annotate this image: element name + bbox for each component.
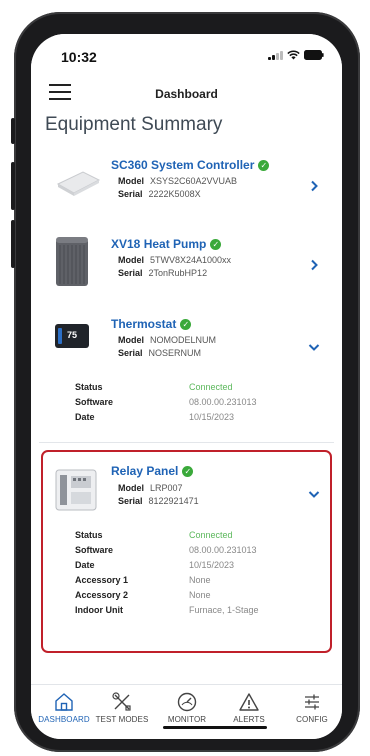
connected-check-icon: ✓ bbox=[180, 319, 192, 331]
equipment-card-system-controller[interactable]: SC360 System Controller ✓ Model XSYS2C60A2… bbox=[39, 144, 334, 223]
tab-alerts[interactable]: ALERTS bbox=[218, 691, 280, 724]
equipment-card-heat-pump[interactable]: XV18 Heat Pump ✓ Model 5TWV8X24A1000xx Ser… bbox=[39, 222, 334, 303]
bottom-tab-bar: DASHBOARD TEST MODES MONITOR ALERTS CONF… bbox=[31, 684, 342, 739]
system-controller-thumbnail bbox=[56, 171, 101, 196]
equipment-serial: Serial NOSERNUM bbox=[118, 348, 202, 358]
equipment-name[interactable]: Thermostat ✓ bbox=[111, 317, 192, 331]
equipment-model: Model 5TWV8X24A1000xx bbox=[118, 255, 232, 265]
home-icon bbox=[55, 693, 73, 711]
detail-row-status: Status Connected bbox=[75, 382, 233, 392]
phone-volume-down-button bbox=[11, 220, 15, 268]
tab-monitor[interactable]: MONITOR bbox=[156, 691, 218, 724]
equipment-serial: Serial 2222K5008X bbox=[118, 189, 201, 199]
detail-row-date: Date 10/15/2023 bbox=[75, 412, 235, 422]
home-indicator[interactable] bbox=[163, 726, 267, 729]
chevron-down-icon[interactable] bbox=[308, 341, 320, 353]
tools-icon bbox=[112, 692, 131, 711]
detail-row-software: Software 08.00.00.231013 bbox=[75, 397, 257, 407]
tab-test-modes[interactable]: TEST MODES bbox=[91, 691, 153, 724]
relay-panel-highlight-outline bbox=[41, 450, 332, 653]
page-title: Dashboard bbox=[155, 87, 218, 101]
equipment-model: Model NOMODELNUM bbox=[118, 335, 217, 345]
phone-screen: 10:32 Dashboard Equipment Summary SC360 … bbox=[31, 34, 342, 739]
equipment-name[interactable]: XV18 Heat Pump ✓ bbox=[111, 237, 222, 251]
section-title: Equipment Summary bbox=[45, 114, 223, 135]
equipment-card-thermostat[interactable]: 75 Thermostat ✓ Model NOMODELNUM Serial NOS… bbox=[39, 302, 334, 443]
status-bar: 10:32 bbox=[31, 34, 342, 76]
status-time: 10:32 bbox=[61, 49, 97, 65]
cellular-signal-icon bbox=[268, 50, 283, 60]
phone-side-button bbox=[11, 118, 15, 144]
tab-config[interactable]: CONFIG bbox=[281, 691, 342, 724]
status-icons bbox=[268, 50, 324, 60]
heat-pump-thumbnail bbox=[56, 237, 88, 286]
phone-volume-up-button bbox=[11, 162, 15, 210]
sliders-icon bbox=[305, 694, 319, 710]
chevron-right-icon[interactable] bbox=[308, 259, 320, 271]
equipment-name[interactable]: SC360 System Controller ✓ bbox=[111, 158, 270, 172]
wifi-icon bbox=[287, 50, 300, 60]
battery-icon bbox=[304, 50, 324, 60]
alert-triangle-icon bbox=[239, 693, 259, 711]
app-bar: Dashboard bbox=[31, 76, 342, 112]
connected-check-icon: ✓ bbox=[258, 160, 270, 172]
gauge-icon bbox=[177, 692, 197, 712]
equipment-model: Model XSYS2C60A2VVUAB bbox=[118, 176, 238, 186]
tab-dashboard[interactable]: DASHBOARD bbox=[33, 691, 95, 724]
equipment-details: Status Connected Software 08.00.00.231013 … bbox=[75, 382, 257, 427]
thermostat-thumbnail: 75 bbox=[55, 324, 89, 348]
equipment-serial: Serial 2TonRubHP12 bbox=[118, 268, 208, 278]
connected-check-icon: ✓ bbox=[210, 239, 222, 251]
chevron-right-icon[interactable] bbox=[308, 180, 320, 192]
